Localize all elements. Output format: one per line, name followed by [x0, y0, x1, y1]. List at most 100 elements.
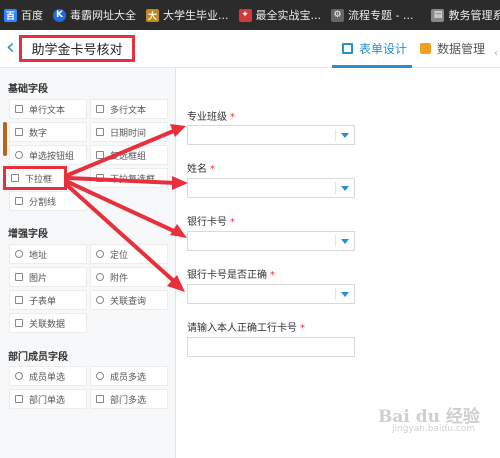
bookmark-academic[interactable]: ▤ 教务管理系统 — [431, 7, 500, 23]
field-dept-multi[interactable]: 部门多选 — [90, 389, 168, 409]
label-text: 请输入本人正确工行卡号 — [187, 323, 297, 334]
field-member-single[interactable]: 成员单选 — [9, 366, 87, 386]
major-class-select[interactable] — [187, 125, 355, 145]
number-icon — [15, 128, 23, 136]
locate-icon — [96, 250, 104, 258]
field-multi-text[interactable]: 多行文本 — [90, 99, 168, 119]
label-text: 银行卡号 — [187, 217, 227, 228]
field-dropdown[interactable]: 下拉框 — [3, 166, 67, 190]
field-label: 分割线 — [29, 197, 57, 208]
app-header: ‹ 助学金卡号核对 表单设计 数据管理 — [0, 30, 500, 68]
tab-label: 表单设计 — [359, 42, 408, 56]
caret-down-icon — [341, 239, 349, 244]
baidu-icon: 百 — [4, 8, 17, 22]
paperclip-icon — [96, 273, 104, 281]
field-label-card-correct: 银行卡号是否正确 * — [187, 266, 275, 281]
field-checkbox-group[interactable]: 复选框组 — [90, 145, 168, 165]
duba-icon: K — [53, 8, 66, 22]
field-location[interactable]: 定位 — [90, 244, 168, 264]
required-mark: * — [230, 112, 235, 123]
field-label: 地址 — [29, 250, 48, 261]
field-label: 图片 — [29, 273, 48, 284]
field-label: 定位 — [110, 250, 129, 261]
field-label-name: 姓名 * — [187, 160, 215, 175]
page-icon: ▤ — [431, 8, 445, 22]
select-divider — [335, 129, 336, 141]
field-label-bank-card: 银行卡号 * — [187, 213, 235, 228]
icbc-card-input[interactable] — [187, 337, 355, 357]
bookmark-label: 百度 — [21, 9, 43, 22]
tab-data-management[interactable]: 数据管理 — [420, 40, 485, 57]
bookmark-practice[interactable]: ✦ 最全实战宝... — [238, 7, 322, 23]
sidebar-scrollbar[interactable] — [3, 122, 7, 156]
name-select[interactable] — [187, 178, 355, 198]
divider-icon — [15, 197, 23, 205]
search-icon — [96, 296, 104, 304]
field-image[interactable]: 图片 — [9, 267, 87, 287]
text-line-icon — [15, 105, 23, 113]
field-address[interactable]: 地址 — [9, 244, 87, 264]
calendar-icon — [96, 128, 104, 136]
field-multi-dropdown[interactable]: 下拉复选框 — [90, 168, 168, 188]
field-linked-data[interactable]: 关联数据 — [9, 313, 87, 333]
field-number[interactable]: 数字 — [9, 122, 87, 142]
field-attachment[interactable]: 附件 — [90, 267, 168, 287]
field-member-multi[interactable]: 成员多选 — [90, 366, 168, 386]
collapse-panel-icon[interactable]: ‹ — [494, 48, 498, 59]
field-radio-group[interactable]: 单选按钮组 — [9, 145, 87, 165]
field-dept-single[interactable]: 部门单选 — [9, 389, 87, 409]
required-mark: * — [270, 270, 275, 281]
image-icon — [15, 273, 23, 281]
card-correct-select[interactable] — [187, 284, 355, 304]
bookmark-label: 毒霸网址大全 — [70, 9, 136, 22]
bookmark-process[interactable]: ⚙ 流程专题 - ... — [331, 7, 413, 23]
field-label: 部门单选 — [29, 395, 66, 406]
group-title-members: 部门成员字段 — [8, 352, 68, 363]
label-text: 专业班级 — [187, 112, 227, 123]
field-label: 成员多选 — [110, 372, 147, 383]
field-label: 成员单选 — [29, 372, 66, 383]
department-icon — [15, 395, 23, 403]
select-divider — [335, 182, 336, 194]
label-text: 银行卡号是否正确 — [187, 270, 267, 281]
bookmark-label: 教务管理系统 — [448, 9, 500, 22]
field-label: 附件 — [110, 273, 129, 284]
field-label: 下拉复选框 — [110, 174, 156, 185]
field-label: 日期时间 — [110, 128, 147, 139]
form-canvas: 专业班级 * 姓名 * 银行卡号 * 银行卡号是否正确 * 请输入本人正确工行卡号 * — [177, 68, 500, 458]
field-single-text[interactable]: 单行文本 — [9, 99, 87, 119]
bank-card-select[interactable] — [187, 231, 355, 251]
bookmark-baidu[interactable]: 百 百度 — [4, 7, 43, 23]
user-icon — [15, 372, 23, 380]
field-label: 下拉框 — [25, 174, 53, 185]
group-title-enhanced: 增强字段 — [8, 229, 48, 240]
field-divider[interactable]: 分割线 — [9, 191, 87, 211]
bookmark-label: 流程专题 - ... — [348, 9, 414, 22]
process-icon: ⚙ — [331, 8, 344, 22]
field-label: 单选按钮组 — [29, 151, 75, 162]
field-subform[interactable]: 子表单 — [9, 290, 87, 310]
page-title: 助学金卡号核对 — [19, 35, 135, 62]
required-mark: * — [210, 164, 215, 175]
text-block-icon — [96, 105, 104, 113]
departments-icon — [96, 395, 104, 403]
field-label: 部门多选 — [110, 395, 147, 406]
field-datetime[interactable]: 日期时间 — [90, 122, 168, 142]
bookmark-duba[interactable]: K 毒霸网址大全 — [53, 7, 136, 23]
back-icon[interactable]: ‹ — [6, 36, 15, 60]
field-label: 复选框组 — [110, 151, 147, 162]
required-mark: * — [300, 323, 305, 334]
field-label-icbc-card: 请输入本人正确工行卡号 * — [187, 319, 305, 334]
university-icon: 大 — [146, 8, 159, 22]
select-divider — [335, 235, 336, 247]
field-label: 关联查询 — [110, 296, 147, 307]
tab-form-design[interactable]: 表单设计 — [342, 40, 407, 57]
bookmark-university[interactable]: 大 大学生毕业... — [146, 7, 229, 23]
bookmark-label: 最全实战宝... — [255, 9, 322, 22]
caret-down-icon — [341, 133, 349, 138]
bookmark-label: 大学生毕业... — [163, 9, 229, 22]
field-linked-query[interactable]: 关联查询 — [90, 290, 168, 310]
caret-down-icon — [341, 292, 349, 297]
label-text: 姓名 — [187, 164, 207, 175]
field-label: 关联数据 — [29, 319, 66, 330]
